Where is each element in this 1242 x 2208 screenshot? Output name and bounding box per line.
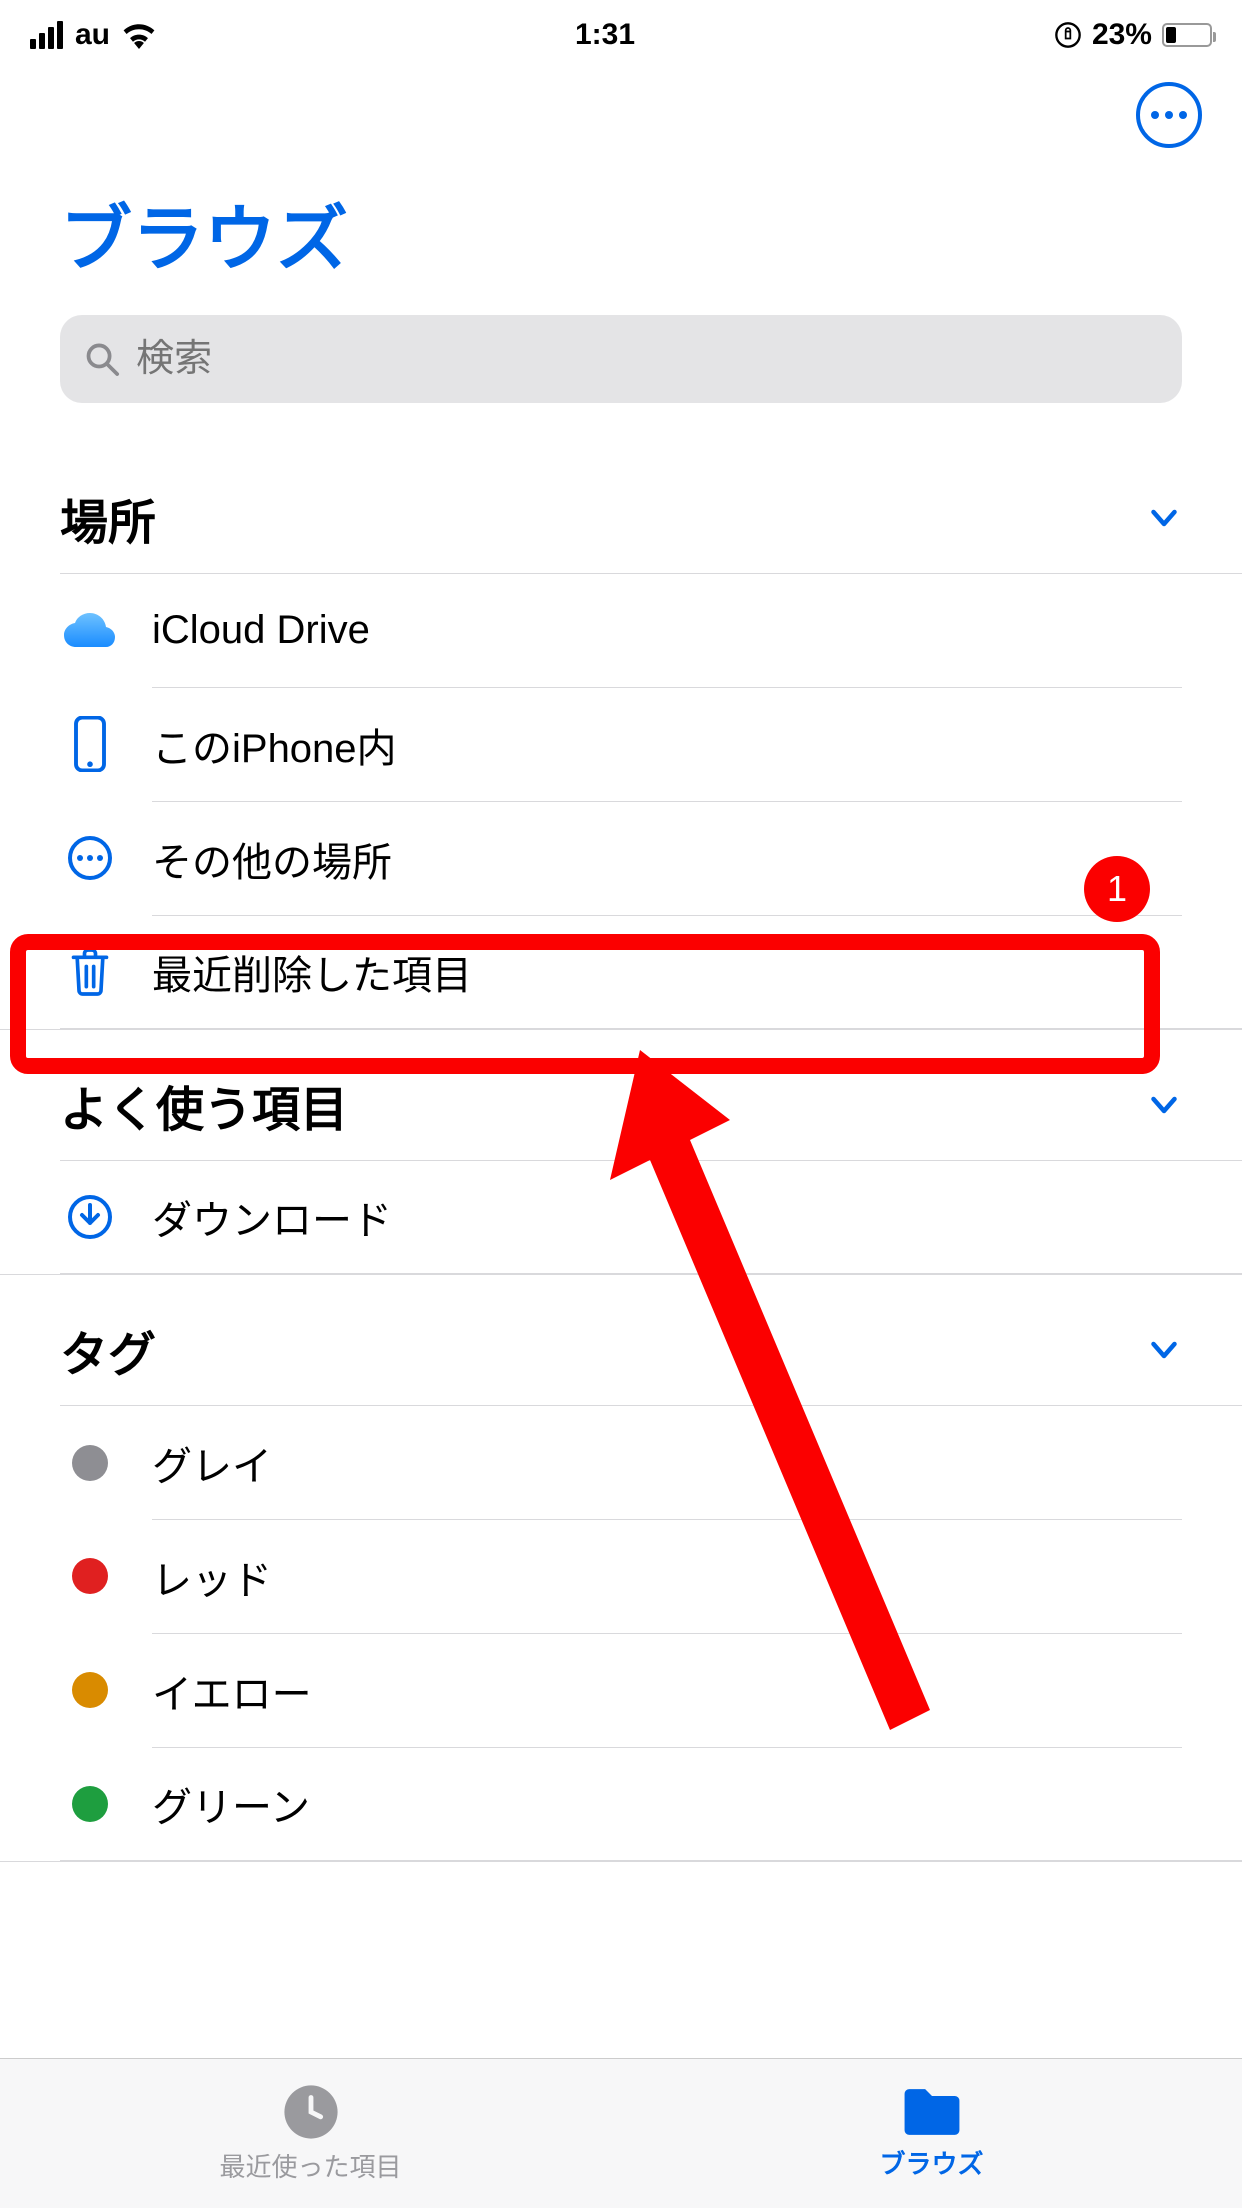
location-icloud-drive[interactable]: iCloud Drive (60, 573, 1242, 687)
tag-green[interactable]: グリーン (60, 1747, 1242, 1861)
location-other[interactable]: その他の場所 (60, 801, 1242, 915)
carrier-label: au (75, 18, 110, 52)
trash-icon (60, 946, 120, 998)
tag-red[interactable]: レッド (60, 1519, 1242, 1633)
tag-gray[interactable]: グレイ (60, 1405, 1242, 1519)
chevron-down-icon (1146, 1087, 1182, 1123)
battery-percent: 23% (1092, 18, 1152, 52)
tag-dot-icon (72, 1558, 108, 1594)
tag-dot-icon (72, 1672, 108, 1708)
signal-icon (30, 21, 63, 49)
search-icon (84, 340, 120, 378)
row-label: グレイ (152, 1434, 272, 1492)
locations-list: iCloud Drive このiPhone内 その他の場所 最近削除した項目 (0, 573, 1242, 1030)
battery-icon (1162, 23, 1212, 47)
section-title: 場所 (60, 483, 156, 553)
page-title: ブラウズ (0, 160, 1242, 315)
tags-list: グレイ レッド イエロー グリーン (0, 1405, 1242, 1862)
tab-bar: 最近使った項目 ブラウズ (0, 2058, 1242, 2208)
search-field[interactable] (60, 315, 1182, 403)
chevron-down-icon (1146, 500, 1182, 536)
more-options-button[interactable] (1136, 82, 1202, 148)
cloud-icon (60, 611, 120, 651)
iphone-icon (60, 716, 120, 772)
tab-label: 最近使った項目 (219, 2147, 401, 2184)
download-icon (60, 1193, 120, 1241)
toolbar (0, 70, 1242, 160)
tag-dot-icon (72, 1445, 108, 1481)
clock-icon (282, 2083, 340, 2141)
tag-yellow[interactable]: イエロー (60, 1633, 1242, 1747)
clock: 1:31 (575, 18, 635, 52)
section-title: よく使う項目 (60, 1070, 348, 1140)
row-label: このiPhone内 (152, 716, 397, 774)
section-header-tags[interactable]: タグ (0, 1275, 1242, 1405)
favorites-list: ダウンロード (0, 1160, 1242, 1275)
tab-label: ブラウズ (879, 2144, 983, 2181)
row-label: その他の場所 (152, 830, 392, 888)
row-label: イエロー (152, 1662, 312, 1720)
orientation-lock-icon (1054, 21, 1082, 49)
section-header-favorites[interactable]: よく使う項目 (0, 1030, 1242, 1160)
tag-dot-icon (72, 1786, 108, 1822)
location-on-iphone[interactable]: このiPhone内 (60, 687, 1242, 801)
wifi-icon (122, 21, 156, 49)
row-label: レッド (152, 1548, 272, 1606)
ellipsis-circle-icon (60, 834, 120, 882)
row-label: iCloud Drive (152, 608, 370, 653)
search-input[interactable] (136, 338, 1158, 381)
row-label: ダウンロード (152, 1188, 392, 1246)
folder-icon (900, 2086, 964, 2138)
location-recently-deleted[interactable]: 最近削除した項目 (60, 915, 1242, 1029)
favorite-downloads[interactable]: ダウンロード (60, 1160, 1242, 1274)
tab-recents[interactable]: 最近使った項目 (0, 2059, 621, 2208)
status-bar: au 1:31 23% (0, 0, 1242, 70)
tab-browse[interactable]: ブラウズ (621, 2059, 1242, 2208)
chevron-down-icon (1146, 1332, 1182, 1368)
section-header-locations[interactable]: 場所 (0, 443, 1242, 573)
row-label: グリーン (152, 1775, 310, 1833)
section-title: タグ (60, 1315, 156, 1385)
row-label: 最近削除した項目 (152, 943, 472, 1001)
